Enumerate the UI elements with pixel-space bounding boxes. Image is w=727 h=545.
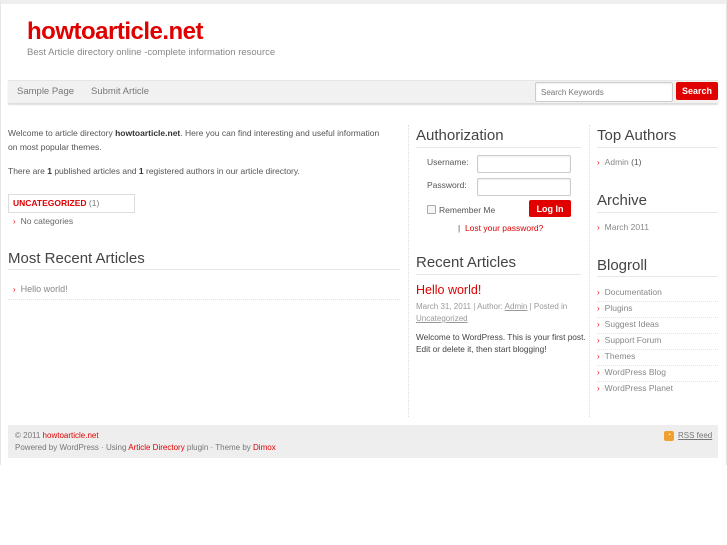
article-title-link[interactable]: Hello world! <box>416 283 481 297</box>
footer <box>8 425 718 458</box>
article-meta: March 31, 2011 | Author: Admin | Posted … <box>416 302 568 323</box>
blogroll-item[interactable]: › Themes <box>597 351 635 361</box>
blogroll-item[interactable]: › Documentation <box>597 287 662 297</box>
search-button[interactable]: Search <box>676 82 718 100</box>
category-link[interactable]: Uncategorized <box>416 314 468 323</box>
rss-icon[interactable]: ◔ <box>664 431 674 441</box>
arrow-icon: › <box>597 223 600 232</box>
stats-text: There are 1 published articles and 1 reg… <box>8 166 300 176</box>
blogroll-item[interactable]: › WordPress Blog <box>597 367 666 377</box>
arrow-icon: › <box>13 285 16 294</box>
remember-checkbox[interactable] <box>427 205 436 214</box>
author-item[interactable]: › Admin (1) <box>597 157 642 167</box>
divider <box>597 381 718 382</box>
blogroll-item[interactable]: › Suggest Ideas <box>597 319 659 329</box>
username-label: Username: <box>427 157 469 167</box>
arrow-icon: › <box>597 384 600 393</box>
plugin-link[interactable]: Article Directory <box>128 443 184 452</box>
footer-credits: Powered by WordPress · Using Article Dir… <box>15 443 276 452</box>
password-label: Password: <box>427 180 467 190</box>
no-categories: › No categories <box>13 216 74 226</box>
divider <box>597 365 718 366</box>
nav-submit-article[interactable]: Submit Article <box>91 86 149 97</box>
arrow-icon: › <box>597 368 600 377</box>
blogroll-item[interactable]: › Support Forum <box>597 335 661 345</box>
site-title[interactable]: howtoarticle.net <box>27 18 204 46</box>
lost-password-row: | Lost your password? <box>458 223 544 233</box>
recent-articles-heading: Recent Articles <box>416 254 517 271</box>
divider <box>597 349 718 350</box>
lost-password-link[interactable]: Lost your password? <box>465 223 543 233</box>
blogroll-item[interactable]: › WordPress Planet <box>597 383 673 393</box>
password-input[interactable] <box>477 178 571 196</box>
divider <box>597 333 718 334</box>
archive-item[interactable]: › March 2011 <box>597 222 649 232</box>
arrow-icon: › <box>597 288 600 297</box>
search-input[interactable] <box>535 82 673 102</box>
top-authors-heading: Top Authors <box>597 127 677 144</box>
arrow-icon: › <box>597 320 600 329</box>
category-box: UNCATEGORIZED (1) <box>8 194 135 213</box>
intro-text: Welcome to article directory howtoarticl… <box>8 128 380 152</box>
theme-author-link[interactable]: Dimox <box>253 443 276 452</box>
remember-label: Remember Me <box>439 205 496 215</box>
username-input[interactable] <box>477 155 571 173</box>
rss-feed-link[interactable]: RSS feed <box>678 431 712 440</box>
nav-sample-page[interactable]: Sample Page <box>17 86 74 97</box>
blogroll-heading: Blogroll <box>597 257 648 274</box>
most-recent-heading: Most Recent Articles <box>8 250 145 267</box>
blogroll-item[interactable]: › Plugins <box>597 303 633 313</box>
tagline: Best Article directory online -complete … <box>27 47 276 58</box>
archive-heading: Archive <box>597 192 648 209</box>
page-frame <box>0 0 727 465</box>
footer-copyright: © 2011 howtoarticle.net <box>15 431 99 440</box>
divider <box>597 301 718 302</box>
arrow-icon: › <box>597 304 600 313</box>
author-link[interactable]: Admin <box>505 302 528 311</box>
article-excerpt: Welcome to WordPress. This is your first… <box>416 332 586 354</box>
arrow-icon: › <box>597 352 600 361</box>
arrow-icon: › <box>13 217 16 226</box>
list-item[interactable]: › Hello world! <box>13 284 68 294</box>
footer-site-link[interactable]: howtoarticle.net <box>43 431 99 440</box>
authorization-heading: Authorization <box>416 127 504 144</box>
login-button[interactable]: Log In <box>529 200 571 217</box>
arrow-icon: › <box>597 158 600 167</box>
divider <box>597 317 718 318</box>
category-link[interactable]: UNCATEGORIZED <box>13 198 87 208</box>
arrow-icon: › <box>597 336 600 345</box>
